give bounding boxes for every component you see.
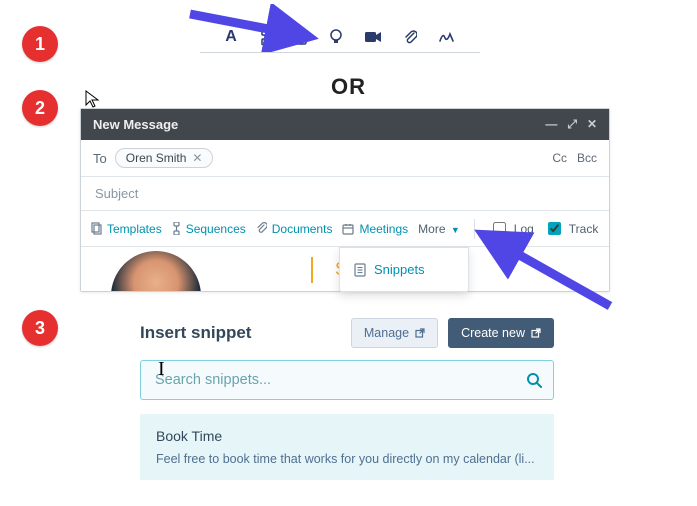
snippets-icon [354,263,366,277]
chevron-down-icon: ▼ [451,225,460,235]
text-caret-icon: I [158,358,165,381]
step-badge-3: 3 [22,310,58,346]
minimize-icon[interactable]: — [545,117,557,132]
compose-toolbar: Templates Sequences Documents Meetings M… [81,211,609,247]
subject-input[interactable] [93,185,597,202]
snippets-menu-item[interactable]: Snippets [354,262,454,277]
snippet-search-input[interactable] [140,360,554,400]
personalize-icon[interactable] [259,29,271,45]
track-label: Track [569,222,599,236]
manage-button[interactable]: Manage [351,318,438,348]
more-label: More [418,222,445,236]
compose-header[interactable]: New Message — ⤢ ✕ [81,109,609,140]
snippets-icon[interactable] [293,29,307,45]
knowledge-icon[interactable] [329,29,343,45]
search-icon[interactable] [526,372,542,388]
templates-icon [91,222,102,235]
snippets-menu-label: Snippets [374,262,425,277]
create-label: Create new [461,326,525,340]
to-row[interactable]: To Oren Smith ✕ Cc Bcc [81,140,609,177]
track-checkbox[interactable] [548,222,561,235]
log-checkbox[interactable] [493,222,506,235]
create-new-button[interactable]: Create new [448,318,554,348]
documents-label: Documents [272,222,333,236]
subject-row[interactable] [81,177,609,211]
video-icon[interactable] [365,31,381,43]
log-toggle[interactable]: Log [489,219,534,238]
snippet-result-preview: Feel free to book time that works for yo… [156,452,538,466]
text-format-icon[interactable]: A [225,28,237,46]
templates-label: Templates [107,222,162,236]
external-link-icon [415,328,425,338]
close-icon[interactable]: ✕ [587,117,597,132]
snippet-search[interactable] [140,360,554,400]
cc-link[interactable]: Cc [552,151,567,165]
meetings-button[interactable]: Meetings [342,222,408,236]
snippet-panel-title: Insert snippet [140,323,251,343]
recipient-chip[interactable]: Oren Smith ✕ [115,148,214,168]
toolbar-divider [200,52,480,53]
sequences-icon [172,222,181,235]
cursor-pointer-icon [85,90,101,108]
or-label: OR [0,74,697,100]
compose-title: New Message [93,117,178,132]
log-label: Log [514,222,534,236]
sequences-button[interactable]: Sequences [172,222,246,236]
documents-icon [256,222,267,235]
bcc-link[interactable]: Bcc [577,151,597,165]
meetings-icon [342,223,354,235]
compose-window: New Message — ⤢ ✕ To Oren Smith ✕ Cc Bcc… [80,108,610,292]
avatar [111,251,201,291]
track-toggle[interactable]: Track [544,219,599,238]
vertical-divider [474,219,475,239]
snippet-result-title: Book Time [156,428,538,444]
external-link-icon [531,328,541,338]
templates-button[interactable]: Templates [91,222,162,236]
meetings-label: Meetings [359,222,408,236]
step-badge-1: 1 [22,26,58,62]
remove-recipient-icon[interactable]: ✕ [192,151,202,165]
more-button[interactable]: More ▼ [418,222,460,236]
insert-snippet-panel: Insert snippet Manage Create new Book Ti… [140,318,554,480]
documents-button[interactable]: Documents [256,222,333,236]
sequences-label: Sequences [186,222,246,236]
signature-icon[interactable] [439,30,455,44]
step-badge-2: 2 [22,90,58,126]
expand-icon[interactable]: ⤢ [567,117,577,132]
signature-divider [311,257,313,283]
attachment-icon[interactable] [403,29,417,45]
snippet-result-item[interactable]: Book Time Feel free to book time that wo… [140,414,554,480]
manage-label: Manage [364,326,409,340]
to-label: To [93,151,107,166]
more-dropdown: Snippets [339,247,469,292]
recipient-name: Oren Smith [126,151,187,165]
